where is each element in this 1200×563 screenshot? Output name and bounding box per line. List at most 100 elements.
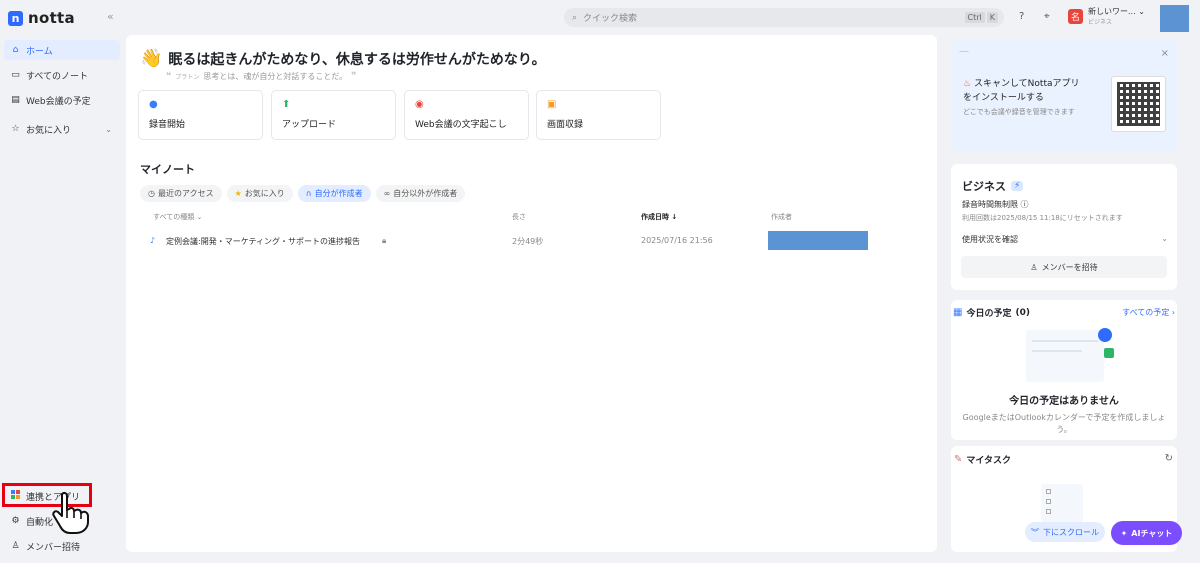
microphone-icon: ● — [149, 99, 158, 110]
schedule-count: (0) — [1015, 307, 1030, 318]
folder-icon: ▭ — [11, 70, 20, 80]
column-created[interactable]: 作成日時 ↓ — [641, 212, 677, 222]
filter-label: 自分が作成者 — [314, 189, 363, 198]
carousel-dash-icon: — — [959, 46, 969, 57]
search-icon: ⌕ — [572, 12, 578, 23]
calendar-icon: ▦ — [953, 307, 963, 318]
user-plus-icon: ♙ — [11, 541, 20, 551]
logo[interactable]: n notta — [8, 9, 75, 27]
link-icon: ∞ — [383, 189, 391, 198]
sidebar-item-all-notes[interactable]: ▭ すべてのノート — [4, 65, 120, 85]
pointing-hand-icon — [48, 490, 94, 539]
sidebar-item-meetings[interactable]: ▤ Web会議の予定 — [4, 90, 120, 110]
invite-member-button[interactable]: ♙ メンバーを招待 — [961, 256, 1167, 278]
upload-icon: ⬆ — [282, 99, 291, 110]
button-label: 下にスクロール — [1043, 527, 1099, 537]
note-length: 2分49秒 — [512, 237, 544, 246]
sidebar-item-label: すべてのノート — [26, 71, 89, 82]
upload-button[interactable]: ⬆ アップロード — [271, 90, 396, 140]
usage-link: 使用状況を確認 — [962, 235, 1018, 244]
workspace-switcher[interactable]: 名 新しいワー... ⌄ ビジネス — [1068, 7, 1145, 26]
close-icon[interactable]: × — [1161, 48, 1169, 59]
promo-title-line2: をインストールする — [963, 93, 1044, 103]
scroll-down-button[interactable]: ︾ 下にスクロール — [1025, 522, 1105, 542]
filter-favorites[interactable]: ★ お気に入り — [226, 185, 293, 202]
button-label: メンバーを招待 — [1041, 262, 1098, 272]
workspace-name: 新しいワー... — [1088, 7, 1136, 16]
button-label: AIチャット — [1131, 528, 1173, 538]
lightning-icon: ⚡ — [1011, 181, 1024, 191]
sidebar-item-label: ホーム — [26, 46, 53, 57]
sidebar-item-label: お気に入り — [26, 125, 72, 136]
promo-subtitle: どこでも会議や録音を管理できます — [963, 108, 1075, 116]
notta-logo-icon: n — [8, 10, 23, 26]
greeting-title: 眠るは起きんがためなり、休息するは労作せんがためなり。 — [168, 51, 546, 68]
sidebar-item-label: Web会議の予定 — [26, 96, 91, 107]
video-camera-icon: ▣ — [547, 99, 557, 110]
ai-chat-button[interactable]: ✦ AIチャット — [1111, 521, 1182, 545]
filter-recent[interactable]: ◷ 最近のアクセス — [140, 185, 222, 202]
user-plus-icon: ♙ — [1030, 262, 1038, 272]
action-label: アップロード — [282, 120, 337, 130]
qr-code — [1111, 76, 1166, 132]
chevron-down-icon: ⌄ — [105, 124, 112, 134]
plan-title: ビジネス — [962, 180, 1006, 193]
app-promo-card: — × ♨ スキャンしてNottaアプリ をインストールする どこでも会議や録音… — [951, 40, 1177, 152]
search-bar[interactable]: ⌕ クイック検索 Ctrl K — [564, 8, 1004, 27]
main-panel: 👋 眠るは起きんがためなり、休息するは労作せんがためなり。 ❝ プラトン 思考と… — [126, 35, 937, 552]
screen-record-button[interactable]: ▣ 画面収録 — [536, 90, 661, 140]
sidebar: n notta « ⌂ ホーム ▭ すべてのノート ▤ Web会議の予定 ☆ お… — [0, 0, 125, 563]
promo-title-line1: スキャンしてNottaアプリ — [973, 79, 1080, 89]
link-label: すべての予定 — [1122, 308, 1170, 317]
usage-toggle[interactable]: 使用状況を確認 ⌄ — [962, 234, 1168, 245]
location-pin-icon[interactable]: ⌖ — [1044, 11, 1050, 22]
column-label: すべての種類 — [153, 213, 195, 221]
action-label: 画面収録 — [547, 120, 584, 130]
sidebar-item-home[interactable]: ⌂ ホーム — [4, 40, 120, 60]
column-length: 長さ — [512, 213, 526, 221]
record-button[interactable]: ● 録音開始 — [138, 90, 263, 140]
schedule-title: 今日の予定 — [966, 309, 1012, 319]
search-placeholder: クイック検索 — [583, 14, 638, 24]
help-icon[interactable]: ⓘ — [1021, 200, 1029, 209]
headphones-icon: ∩ — [305, 189, 312, 198]
sidebar-item-favorites[interactable]: ☆ お気に入り ⌄ — [4, 119, 120, 139]
column-type[interactable]: すべての種類 ⌄ — [153, 212, 202, 222]
meeting-icon: ◉ — [415, 99, 424, 110]
web-meeting-transcribe-button[interactable]: ◉ Web会議の文字起こし — [404, 90, 529, 140]
creator-avatar — [768, 231, 868, 250]
clock-icon: ◷ — [148, 189, 155, 198]
task-icon: ✎ — [954, 454, 963, 465]
filter-label: 自分以外が作成者 — [393, 189, 458, 198]
calendar-icon: ▤ — [11, 95, 20, 105]
my-notes-title: マイノート — [140, 163, 195, 176]
double-chevron-down-icon: ︾ — [1031, 527, 1039, 537]
home-icon: ⌂ — [12, 45, 19, 55]
column-label: 作成日時 — [641, 213, 669, 221]
filter-label: お気に入り — [244, 189, 285, 198]
plan-reset-note: 利用回数は2025/08/15 11:18にリセットされます — [962, 214, 1123, 222]
help-icon[interactable]: ? — [1019, 11, 1024, 22]
microphone-icon: ♪ — [150, 236, 156, 245]
sidebar-item-invite[interactable]: ♙ メンバー招待 — [4, 536, 120, 556]
quote-text: 思考とは、魂が自分と対話することだ。 — [203, 72, 348, 81]
collapse-sidebar-icon[interactable]: « — [107, 10, 114, 23]
table-row[interactable]: ♪ 定例会議:開発・マーケティング・サポートの進捗報告 🔒︎ 2分49秒 202… — [126, 231, 937, 251]
all-schedules-link[interactable]: すべての予定 › — [1122, 307, 1175, 318]
shortcut-key: K — [986, 12, 998, 23]
quote-open-icon: ❝ — [166, 71, 172, 82]
user-avatar[interactable] — [1160, 5, 1189, 32]
logo-text: notta — [28, 9, 75, 27]
star-icon: ☆ — [11, 124, 20, 134]
filter-created-by-others[interactable]: ∞ 自分以外が作成者 — [375, 185, 466, 202]
note-filters: ◷ 最近のアクセス ★ お気に入り ∩ 自分が作成者 ∞ 自分以外が作成者 — [140, 185, 466, 202]
plan-recording: 録音時間無制限 — [962, 200, 1018, 209]
filter-label: 最近のアクセス — [157, 189, 214, 198]
refresh-icon[interactable]: ↻ — [1165, 453, 1173, 464]
daily-quote: ❝ プラトン 思考とは、魂が自分と対話することだ。 ❞ — [166, 71, 357, 82]
star-icon: ★ — [234, 189, 242, 198]
chevron-down-icon: ⌄ — [1161, 234, 1168, 243]
filter-created-by-me[interactable]: ∩ 自分が作成者 — [297, 185, 371, 202]
workspace-plan: ビジネス — [1088, 19, 1113, 26]
tasks-title: マイタスク — [966, 456, 1012, 466]
